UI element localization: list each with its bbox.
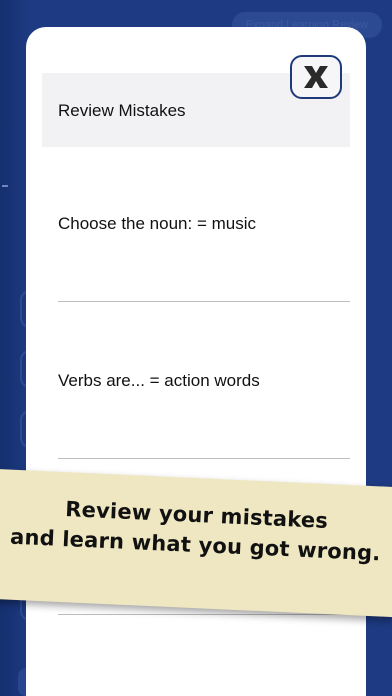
item-divider (58, 614, 350, 615)
close-button[interactable] (290, 55, 342, 99)
item-divider (58, 458, 350, 459)
item-divider (58, 301, 350, 302)
mistake-item: Verbs are... = action words (58, 371, 260, 390)
mistake-item: Choose the noun: = music (58, 214, 256, 233)
modal-title: Review Mistakes (58, 101, 186, 120)
close-icon (304, 66, 328, 88)
background-marker (2, 185, 8, 187)
